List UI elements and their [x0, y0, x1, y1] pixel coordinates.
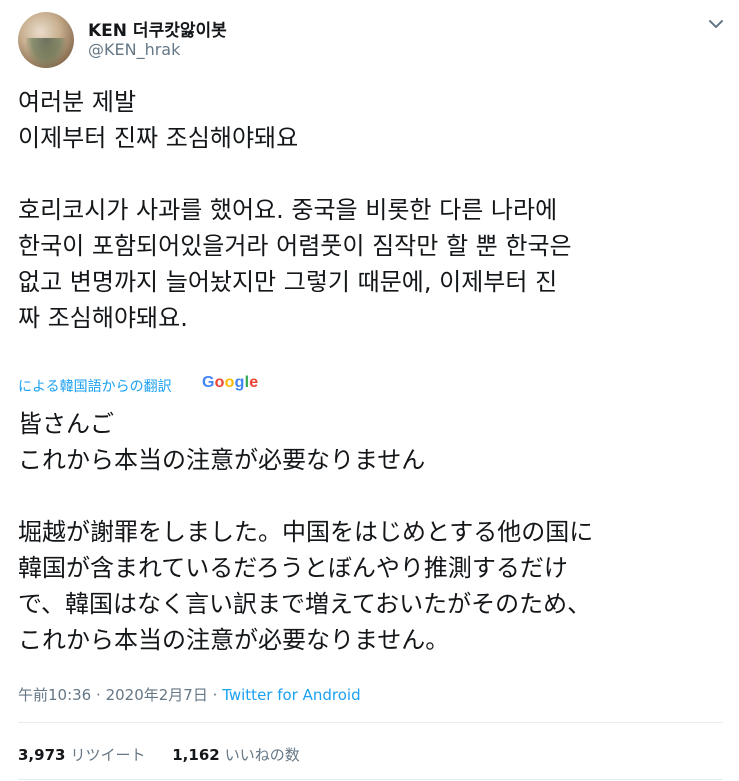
chevron-down-icon[interactable]: [706, 14, 726, 34]
tweet-meta: 午前10:36 · 2020年2月7日 · Twitter for Androi…: [18, 684, 361, 705]
divider: [18, 779, 723, 780]
translation-label[interactable]: による韓国語からの翻訳: [18, 376, 172, 396]
likes-count: 1,162: [172, 746, 220, 764]
tweet-stats: 3,973 リツイート 1,162 いいねの数: [18, 744, 322, 765]
likes-label: いいねの数: [224, 746, 300, 764]
likes-stat[interactable]: 1,162 いいねの数: [172, 746, 299, 764]
tweet-header: KEN 더쿠캇앓이봇 @KEN_hrak: [18, 12, 728, 72]
meta-separator: ·: [96, 686, 101, 704]
translated-text: 皆さんご これから本当の注意が必要なりません 堀越が謝罪をしました。中国をはじめ…: [18, 410, 594, 654]
retweets-count: 3,973: [18, 746, 66, 764]
tweet-text: 여러분 제발 이제부터 진짜 조심해야돼요 호리코시가 사과를 했어요. 중국을…: [18, 88, 572, 332]
tweet-date[interactable]: 2020年2月7日: [106, 686, 208, 704]
google-logo: Google: [202, 374, 259, 391]
display-name[interactable]: KEN 더쿠캇앓이봇: [88, 16, 227, 41]
retweets-label: リツイート: [70, 746, 146, 764]
username[interactable]: @KEN_hrak: [88, 40, 180, 59]
meta-separator: ·: [212, 686, 218, 704]
tweet-time[interactable]: 午前10:36: [18, 686, 91, 704]
retweets-stat[interactable]: 3,973 リツイート: [18, 746, 145, 764]
tweet-source-link[interactable]: Twitter for Android: [222, 686, 360, 704]
avatar[interactable]: [18, 12, 74, 68]
divider: [18, 722, 723, 723]
